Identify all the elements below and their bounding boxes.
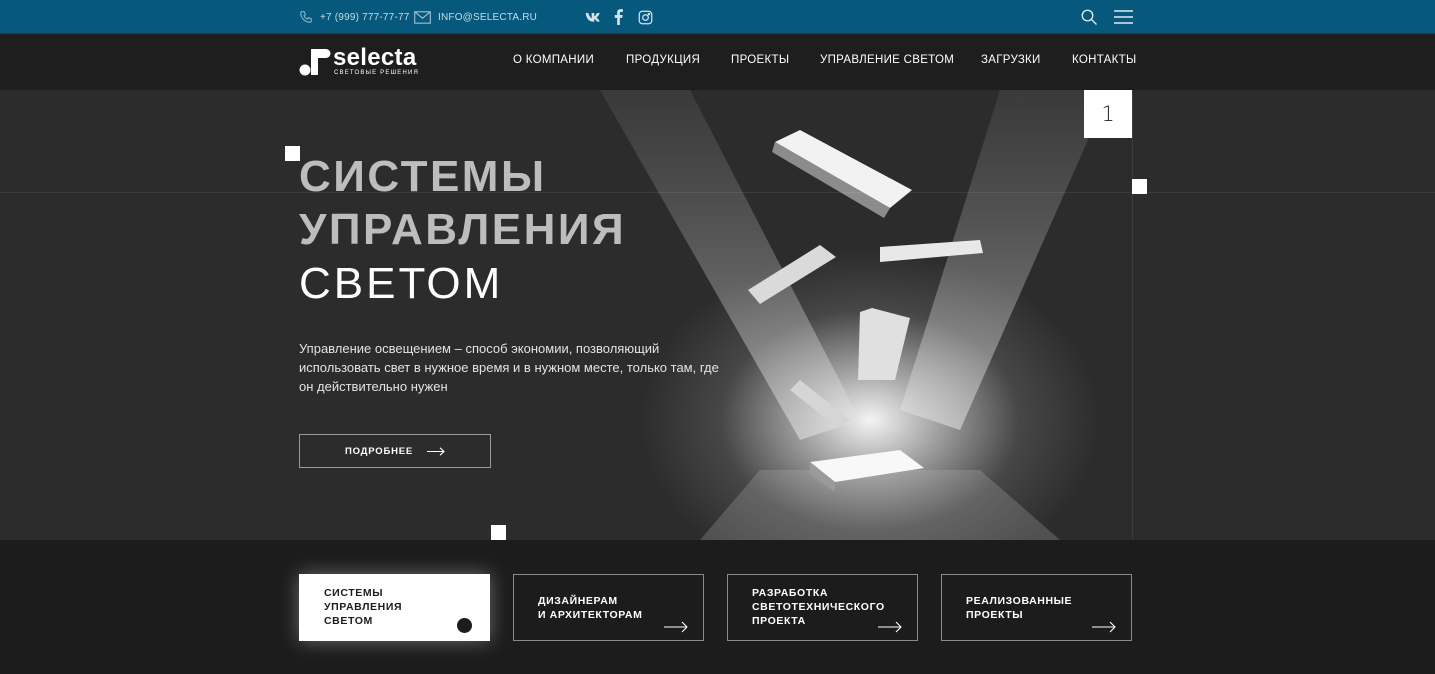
hero-slider: 1 СИСТЕМЫ УПРАВЛЕНИЯ СВЕТОМ Управление о… — [0, 90, 1435, 540]
grid-line-vertical — [1132, 90, 1133, 540]
nav-item-products[interactable]: ПРОДУКЦИЯ — [626, 54, 700, 66]
arrow-right-icon — [427, 446, 445, 456]
email-link[interactable]: INFO@SELECTA.RU — [414, 9, 537, 25]
logo[interactable]: selecta СВЕТОВЫЕ РЕШЕНИЯ — [299, 44, 424, 79]
top-bar: +7 (999) 777-77-77 INFO@SELECTA.RU — [0, 0, 1435, 34]
decor-square — [285, 146, 300, 161]
logo-mark-icon — [299, 49, 331, 76]
phone-link[interactable]: +7 (999) 777-77-77 — [299, 9, 410, 25]
card-designers[interactable]: ДИЗАЙНЕРАМ И АРХИТЕКТОРАМ — [513, 574, 704, 641]
nav-item-light-control[interactable]: УПРАВЛЕНИЕ СВЕТОМ — [820, 54, 954, 66]
more-button-label: ПОДРОБНЕЕ — [344, 445, 414, 457]
phone-number: +7 (999) 777-77-77 — [320, 11, 410, 23]
card-label: РЕАЛИЗОВАННЫЕ ПРОЕКТЫ — [966, 595, 1073, 621]
nav-item-downloads[interactable]: ЗАГРУЗКИ — [981, 54, 1041, 66]
card-completed-projects[interactable]: РЕАЛИЗОВАННЫЕ ПРОЕКТЫ — [941, 574, 1132, 641]
hero-title-line-3: СВЕТОМ — [299, 259, 504, 308]
nav-item-projects[interactable]: ПРОЕКТЫ — [731, 54, 789, 66]
vk-icon[interactable] — [584, 8, 602, 26]
decor-square — [491, 525, 506, 540]
facebook-icon[interactable] — [612, 8, 624, 26]
arrow-right-icon — [878, 621, 902, 633]
card-light-control[interactable]: СИСТЕМЫ УПРАВЛЕНИЯ СВЕТОМ — [299, 574, 490, 641]
hero-lead-text: Управление освещением – способ экономии,… — [299, 341, 719, 394]
search-icon[interactable] — [1080, 8, 1098, 31]
card-label: ДИЗАЙНЕРАМ И АРХИТЕКТОРАМ — [538, 595, 643, 621]
site-header: selecta СВЕТОВЫЕ РЕШЕНИЯ О КОМПАНИИ ПРОД… — [0, 34, 1435, 90]
decor-square — [1132, 179, 1147, 194]
nav-item-contacts[interactable]: КОНТАКТЫ — [1072, 54, 1136, 66]
card-label: РАЗРАБОТКА СВЕТОТЕХНИЧЕСКОГО ПРОЕКТА — [752, 587, 885, 627]
grid-line-horizontal — [0, 192, 1435, 193]
menu-icon[interactable] — [1114, 10, 1133, 29]
hero-title-line-2: УПРАВЛЕНИЯ — [299, 205, 627, 254]
slide-number: 1 — [1084, 90, 1132, 138]
mail-icon — [414, 10, 431, 24]
nav-item-company[interactable]: О КОМПАНИИ — [513, 54, 594, 66]
arrow-right-icon — [664, 621, 688, 633]
logo-subtitle: СВЕТОВЫЕ РЕШЕНИЯ — [334, 70, 420, 76]
phone-icon — [300, 11, 312, 23]
hero-title-line-1: СИСТЕМЫ — [299, 152, 547, 201]
arrow-right-icon — [1092, 621, 1116, 633]
feature-cards: СИСТЕМЫ УПРАВЛЕНИЯ СВЕТОМ ДИЗАЙНЕРАМ И А… — [0, 540, 1435, 674]
logo-word: selecta — [333, 44, 417, 71]
card-lighting-design[interactable]: РАЗРАБОТКА СВЕТОТЕХНИЧЕСКОГО ПРОЕКТА — [727, 574, 918, 641]
instagram-icon[interactable] — [636, 8, 654, 26]
more-button[interactable]: ПОДРОБНЕЕ — [299, 434, 491, 468]
active-dot-icon — [457, 618, 472, 633]
email-address: INFO@SELECTA.RU — [438, 11, 538, 23]
hero-image — [600, 90, 1110, 540]
card-label: СИСТЕМЫ УПРАВЛЕНИЯ СВЕТОМ — [324, 587, 403, 627]
